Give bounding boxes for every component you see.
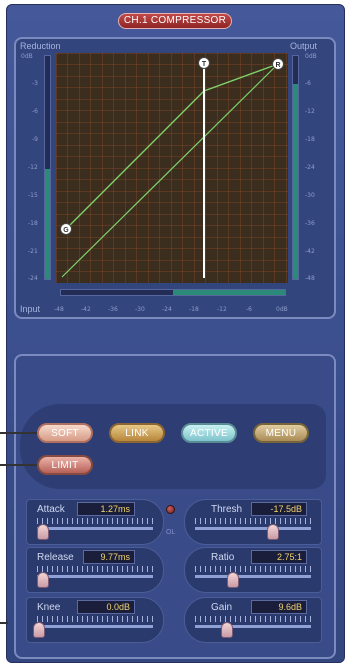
gain-slider-knob[interactable] — [221, 622, 233, 638]
knee-value[interactable]: 0.0dB — [77, 600, 135, 614]
bottom-tick: 0dB — [276, 306, 288, 313]
knee-pointer-line — [0, 622, 8, 624]
attack-label: Attack — [37, 504, 65, 515]
ratio-marker[interactable]: R — [272, 58, 284, 70]
knee-slider-track[interactable] — [37, 625, 153, 628]
right-tick: -42 — [305, 248, 315, 255]
thresh-label: Thresh — [211, 504, 243, 515]
limit-button[interactable]: LIMIT — [37, 455, 93, 475]
input-meter — [60, 289, 286, 296]
output-meter — [292, 55, 299, 280]
thresh-slider-track[interactable] — [195, 527, 311, 530]
bottom-tick: -12 — [217, 306, 227, 313]
bottom-tick: -18 — [189, 306, 199, 313]
attack-slider-knob[interactable] — [37, 524, 49, 540]
right-tick: -48 — [305, 275, 315, 282]
ratio-scale — [195, 566, 311, 572]
thresh-scale — [195, 518, 311, 524]
link-button[interactable]: LINK — [109, 423, 165, 443]
left-tick: -24 — [28, 275, 38, 282]
left-tick: -18 — [28, 220, 38, 227]
right-tick: -24 — [305, 164, 315, 171]
attack-value[interactable]: 1.27ms — [77, 502, 135, 516]
threshold-marker[interactable]: T — [198, 57, 210, 69]
bottom-tick: -48 — [54, 306, 64, 313]
attack-scale — [37, 518, 153, 524]
threshold-marker-label: T — [202, 61, 207, 68]
right-tick: -12 — [305, 108, 315, 115]
right-tick: -30 — [305, 192, 315, 199]
button-row-panel — [20, 404, 326, 489]
knee-slider-knob[interactable] — [33, 622, 45, 638]
reduction-meter-fill — [45, 169, 50, 279]
output-label: Output — [290, 41, 318, 51]
active-button[interactable]: ACTIVE — [181, 423, 237, 443]
thresh-slider-knob[interactable] — [267, 524, 279, 540]
transfer-curve-graph[interactable]: T R G — [56, 53, 288, 283]
left-tick: -21 — [28, 248, 38, 255]
gain-label: Gain — [211, 602, 233, 613]
bottom-tick: -36 — [108, 306, 118, 313]
release-control: Release 9.77ms — [26, 547, 164, 593]
thresh-value[interactable]: -17.5dB — [251, 502, 307, 516]
left-tick: -15 — [28, 192, 38, 199]
right-tick: -18 — [305, 136, 315, 143]
ratio-label: Ratio — [211, 552, 235, 563]
gain-value[interactable]: 9.6dB — [251, 600, 307, 614]
release-scale — [37, 566, 153, 572]
gain-scale — [195, 616, 311, 622]
window-title: CH.1 COMPRESSOR — [118, 13, 232, 29]
left-tick: 0dB — [21, 53, 33, 60]
left-tick: -12 — [28, 164, 38, 171]
release-value[interactable]: 9.77ms — [83, 550, 135, 564]
soft-button[interactable]: SOFT — [37, 423, 93, 443]
left-tick: -6 — [32, 108, 38, 115]
soft-pointer-line — [0, 432, 38, 434]
gain-marker-label: G — [63, 227, 69, 234]
input-label: Input — [20, 304, 41, 314]
left-tick: -3 — [32, 80, 38, 87]
attack-control: Attack 1.27ms — [26, 499, 164, 545]
gain-control: Gain 9.6dB — [184, 597, 322, 643]
bottom-tick: -30 — [135, 306, 145, 313]
input-meter-fill — [173, 290, 285, 295]
gain-slider-track[interactable] — [195, 625, 311, 628]
overload-label: OL — [166, 529, 176, 536]
limit-pointer-line — [0, 464, 38, 466]
release-slider-knob[interactable] — [37, 572, 49, 588]
ratio-slider-knob[interactable] — [227, 572, 239, 588]
output-meter-fill — [293, 84, 298, 279]
knee-control: Knee 0.0dB — [26, 597, 164, 643]
bottom-tick: -24 — [162, 306, 172, 313]
gain-marker[interactable]: G — [60, 223, 72, 235]
ratio-marker-label: R — [275, 62, 280, 69]
release-label: Release — [37, 552, 74, 563]
right-tick: 0dB — [305, 53, 317, 60]
thresh-control: Thresh -17.5dB — [184, 499, 322, 545]
release-slider-track[interactable] — [37, 575, 153, 578]
overload-led — [166, 505, 175, 514]
bottom-tick: -6 — [246, 306, 252, 313]
right-tick: -6 — [305, 80, 311, 87]
knee-label: Knee — [37, 602, 61, 613]
left-tick: -9 — [32, 136, 38, 143]
ratio-control: Ratio 2.75:1 — [184, 547, 322, 593]
attack-slider-track[interactable] — [37, 527, 153, 530]
ratio-value[interactable]: 2.75:1 — [251, 550, 307, 564]
right-tick: -36 — [305, 220, 315, 227]
reduction-label: Reduction — [20, 41, 61, 51]
ratio-slider-track[interactable] — [195, 575, 311, 578]
knee-scale — [37, 616, 153, 622]
reduction-meter — [44, 55, 51, 280]
menu-button[interactable]: MENU — [253, 423, 309, 443]
bottom-tick: -42 — [81, 306, 91, 313]
